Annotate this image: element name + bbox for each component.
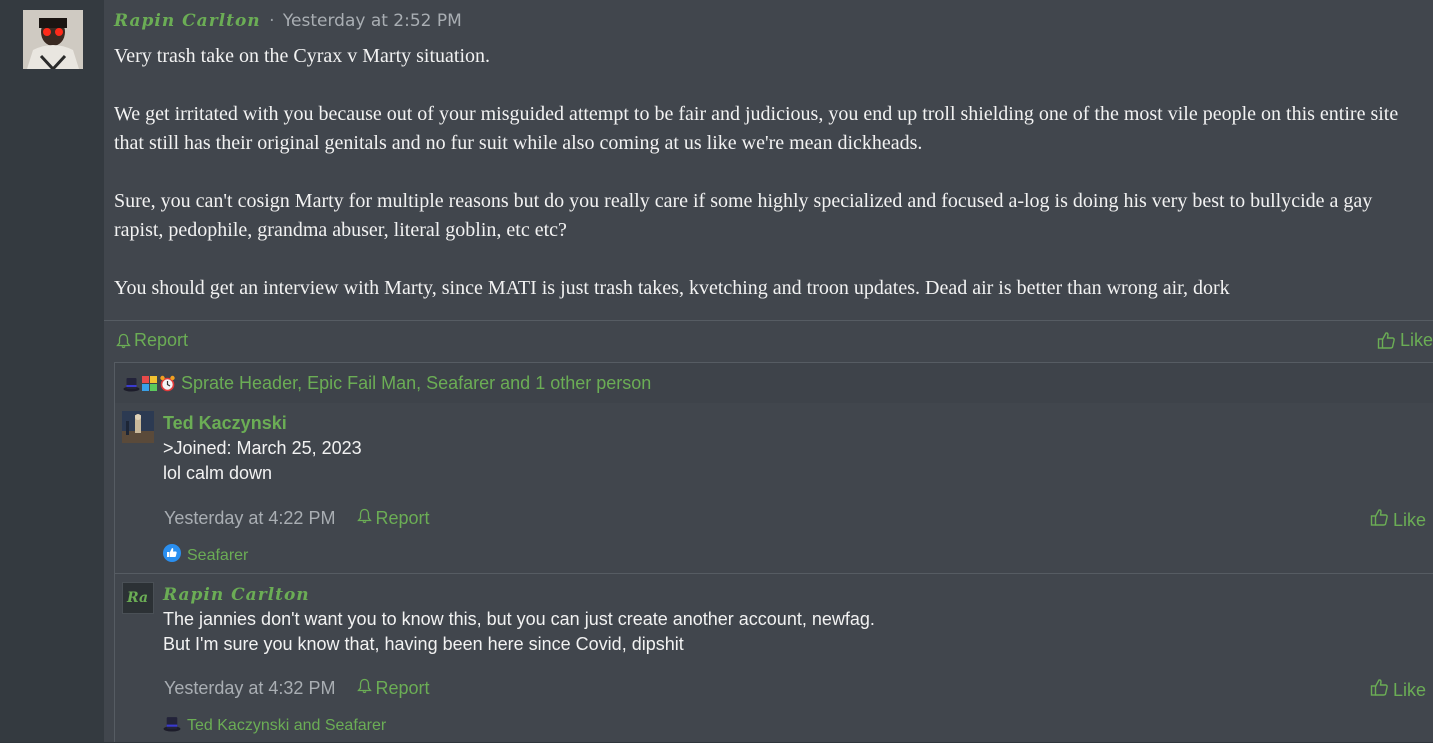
like-label: Like — [1392, 509, 1426, 530]
comment-line: lol calm down — [163, 463, 273, 483]
post-paragraph: Very trash take on the Cyrax v Marty sit… — [114, 45, 491, 67]
thumbs-up-reaction-icon — [163, 544, 181, 567]
report-button[interactable]: Report — [116, 330, 188, 351]
comment-avatar[interactable] — [122, 411, 154, 443]
report-label: Report — [375, 508, 430, 528]
bell-icon — [116, 333, 131, 349]
puzzle-icon — [141, 375, 158, 392]
report-label: Report — [375, 678, 430, 698]
comment-line: But I'm sure you know that, having been … — [163, 634, 684, 654]
comment-reactions-text: Ted Kaczynski and Seafarer — [187, 716, 387, 734]
comment-reactions[interactable]: Ted Kaczynski and Seafarer — [163, 714, 386, 737]
comment-meta: Yesterday at 4:32 PM Report — [164, 678, 429, 699]
top-hat-icon — [163, 714, 181, 737]
post-container: Rapin Carlton · Yesterday at 2:52 PM Ver… — [104, 0, 1433, 742]
bell-icon — [357, 508, 373, 529]
comment-line: >Joined: March 25, 2023 — [163, 438, 362, 458]
comment-author-name[interactable]: Rapin Carlton — [163, 585, 310, 605]
comment-report-button[interactable]: Report — [357, 678, 429, 699]
avatar-initials: Ra — [127, 590, 149, 606]
post-body: Very trash take on the Cyrax v Marty sit… — [114, 42, 1424, 332]
comment-reactions-text: Seafarer — [187, 546, 249, 564]
post-paragraph: We get irritated with you because out of… — [114, 103, 1399, 154]
comment-report-button[interactable]: Report — [357, 508, 429, 529]
post-actions-bar: Report Like — [104, 320, 1433, 362]
post-header: Rapin Carlton · Yesterday at 2:52 PM — [114, 11, 462, 31]
comment-line: The jannies don't want you to know this,… — [163, 609, 875, 629]
left-gutter — [0, 0, 104, 742]
comment-meta: Yesterday at 4:22 PM Report — [164, 508, 429, 529]
alarm-clock-icon — [159, 375, 176, 392]
comment-timestamp[interactable]: Yesterday at 4:32 PM — [164, 678, 335, 699]
reactions-summary[interactable]: Sprate Header, Epic Fail Man, Seafarer a… — [181, 373, 651, 394]
like-label: Like — [1400, 330, 1433, 350]
author-avatar[interactable] — [23, 10, 83, 69]
like-label: Like — [1392, 679, 1426, 700]
post-author-name[interactable]: Rapin Carlton — [114, 11, 261, 31]
top-hat-icon — [123, 375, 140, 392]
comment-like-button[interactable]: Like — [1370, 678, 1426, 702]
reactions-bar[interactable]: Sprate Header, Epic Fail Man, Seafarer a… — [114, 362, 1433, 405]
comments-list: Ted Kaczynski >Joined: March 25, 2023 lo… — [114, 403, 1433, 742]
post-timestamp[interactable]: Yesterday at 2:52 PM — [283, 11, 462, 31]
like-button[interactable]: Like — [1377, 330, 1433, 351]
comment-reactions[interactable]: Seafarer — [163, 544, 248, 567]
post-paragraph: You should get an interview with Marty, … — [114, 277, 1230, 299]
comment-avatar[interactable]: Ra — [122, 582, 154, 614]
comment-author-name[interactable]: Ted Kaczynski — [163, 413, 287, 434]
thumbs-up-icon — [1370, 678, 1389, 702]
report-label: Report — [134, 330, 189, 350]
thumbs-up-icon — [1370, 508, 1389, 532]
bell-icon — [357, 678, 373, 699]
separator-dot: · — [269, 11, 275, 31]
comment-like-button[interactable]: Like — [1370, 508, 1426, 532]
comment-timestamp[interactable]: Yesterday at 4:22 PM — [164, 508, 335, 529]
thumbs-up-icon — [1377, 331, 1396, 350]
comment-item: Ra Rapin Carlton The jannies don't want … — [115, 573, 1433, 743]
reaction-icons — [123, 375, 177, 392]
post-paragraph: Sure, you can't cosign Marty for multipl… — [114, 190, 1373, 241]
comment-item: Ted Kaczynski >Joined: March 25, 2023 lo… — [115, 403, 1433, 573]
